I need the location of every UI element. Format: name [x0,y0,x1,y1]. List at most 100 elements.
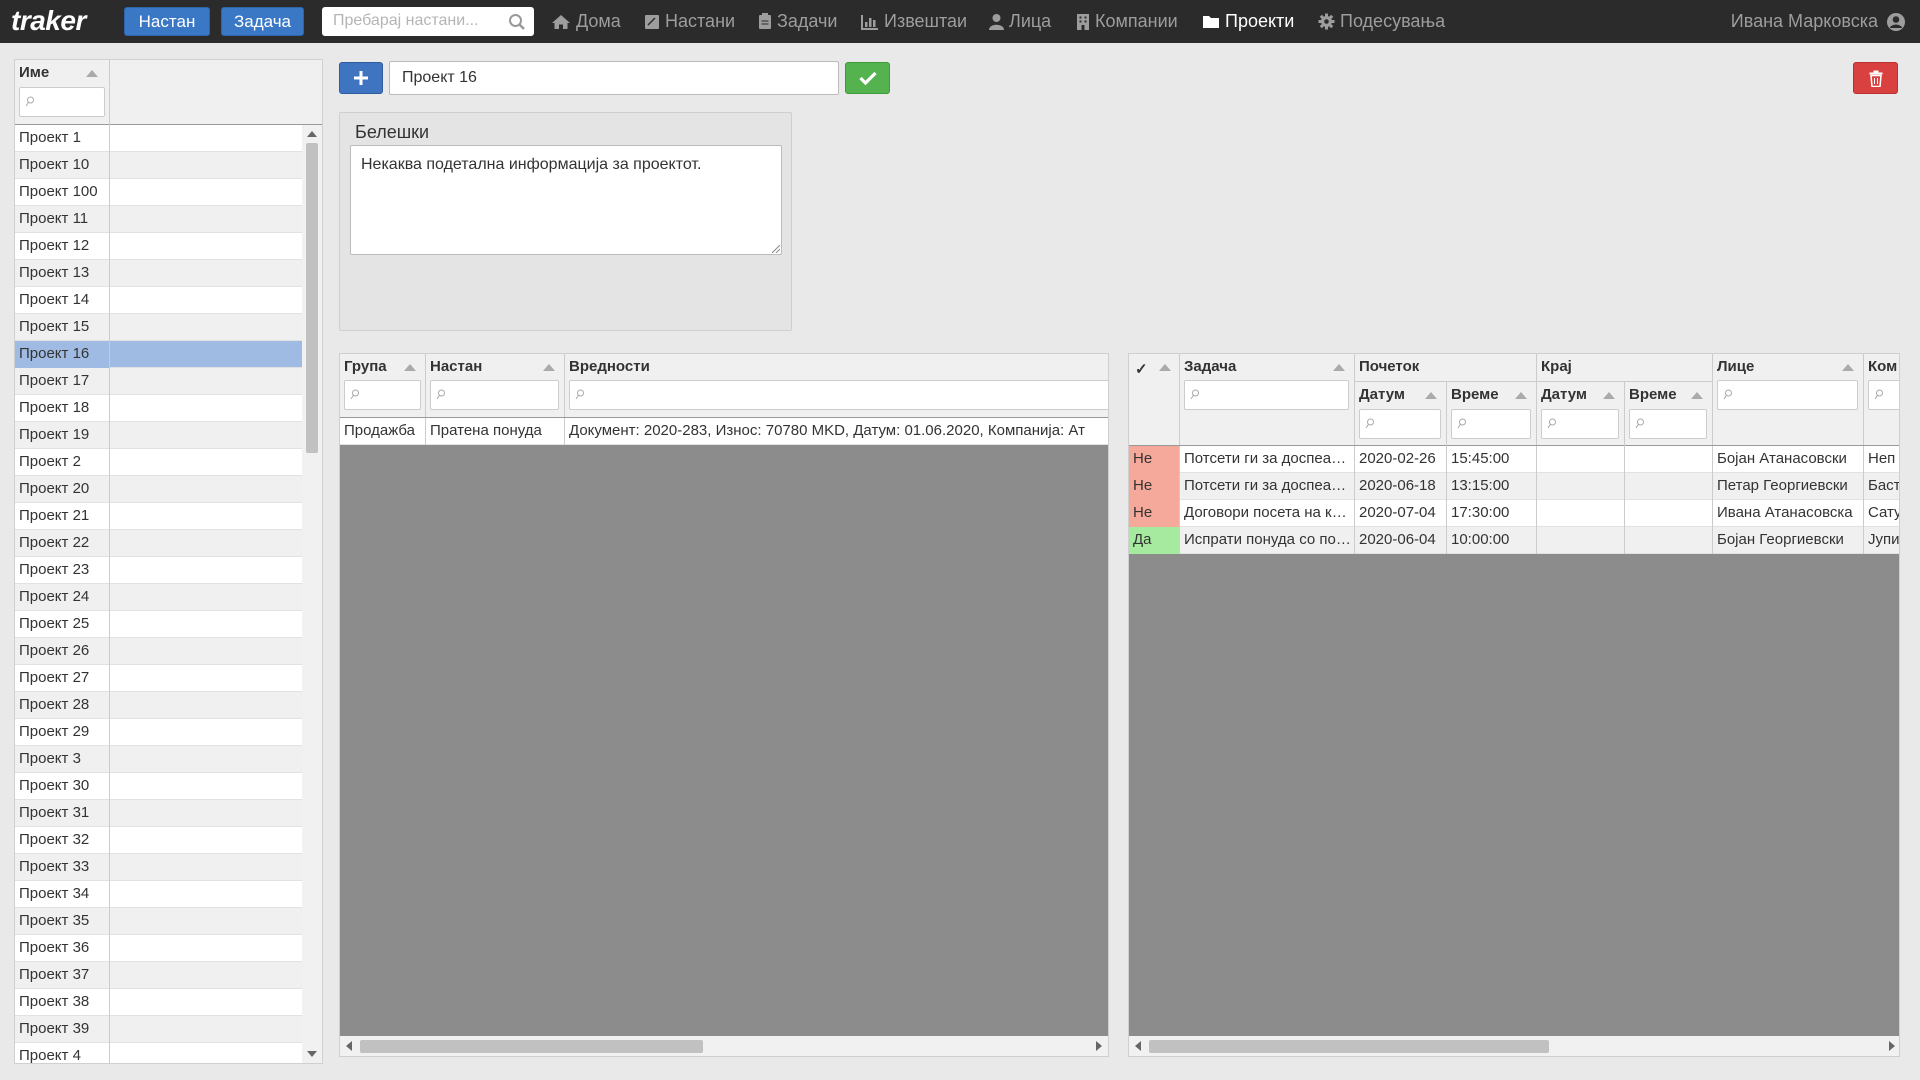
nav-tasks[interactable]: Задачи [758,0,837,43]
list-item[interactable]: Проект 27 [15,665,302,692]
list-item[interactable]: Проект 21 [15,503,302,530]
list-item[interactable]: Проект 26 [15,638,302,665]
nav-projects[interactable]: Проекти [1202,0,1294,43]
list-item[interactable]: Проект 36 [15,935,302,962]
search-input[interactable] [333,7,503,34]
table-row[interactable]: НеПотсети ги за доспеани фактури2020-06-… [1129,473,1899,500]
list-item[interactable]: Проект 4 [15,1043,302,1063]
list-item[interactable]: Проект 39 [15,1016,302,1043]
table-row[interactable]: НеПотсети ги за доспеани фактури2020-02-… [1129,446,1899,473]
sort-asc-icon[interactable] [1603,392,1615,399]
list-item[interactable]: Проект 100 [15,179,302,206]
sort-asc-icon[interactable] [1842,364,1854,371]
person-column-header[interactable]: Лице [1713,354,1864,445]
project-list-scrollbar[interactable] [302,125,322,1063]
list-item[interactable]: Проект 3 [15,746,302,773]
nav-reports[interactable]: Извештаи [861,0,967,43]
list-item[interactable]: Проект 20 [15,476,302,503]
list-item[interactable]: Проект 30 [15,773,302,800]
nav-settings[interactable]: Подесувања [1318,0,1445,43]
new-task-button[interactable]: Задача [221,7,304,36]
add-project-button[interactable] [339,62,383,94]
scrollbar-thumb[interactable] [306,143,318,453]
list-item[interactable]: Проект 31 [15,800,302,827]
save-project-button[interactable] [845,62,890,94]
nav-events[interactable]: Настани [644,0,735,43]
sort-asc-icon[interactable] [86,70,98,77]
event-filter-input[interactable] [430,380,559,410]
list-item[interactable]: Проект 16 [15,341,302,368]
sort-asc-icon[interactable] [404,364,416,371]
scroll-left-icon[interactable] [1135,1041,1141,1051]
list-item[interactable]: Проект 29 [15,719,302,746]
delete-project-button[interactable] [1853,62,1898,94]
scroll-down-icon[interactable] [307,1051,317,1057]
events-grid-hscrollbar[interactable] [340,1036,1108,1056]
person-filter-input[interactable] [1717,380,1858,410]
list-item[interactable]: Проект 35 [15,908,302,935]
sort-asc-icon[interactable] [543,364,555,371]
scroll-right-icon[interactable] [1889,1041,1895,1051]
list-item[interactable]: Проект 2 [15,449,302,476]
project-name-input[interactable] [389,61,839,95]
end-date-filter-input[interactable] [1541,409,1619,439]
name-filter-input[interactable] [19,87,105,117]
list-item[interactable]: Проект 24 [15,584,302,611]
scroll-right-icon[interactable] [1096,1041,1102,1051]
list-item[interactable]: Проект 17 [15,368,302,395]
start-date-column-header[interactable]: Датум [1355,382,1447,446]
start-time-column-header[interactable]: Време [1447,382,1536,446]
start-date-filter-input[interactable] [1359,409,1441,439]
tasks-grid-hscrollbar[interactable] [1129,1036,1899,1056]
list-item[interactable]: Проект 37 [15,962,302,989]
scroll-up-icon[interactable] [307,131,317,137]
done-column-header[interactable]: ✓ [1129,354,1180,445]
list-item[interactable]: Проект 11 [15,206,302,233]
list-item[interactable]: Проект 19 [15,422,302,449]
list-item[interactable]: Проект 25 [15,611,302,638]
table-row[interactable]: Продажба Пратена понуда Документ: 2020-2… [340,418,1108,445]
sort-asc-icon[interactable] [1691,392,1703,399]
list-item[interactable]: Проект 1 [15,125,302,152]
task-column-header[interactable]: Задача [1180,354,1355,445]
sort-asc-icon[interactable] [1515,392,1527,399]
sort-asc-icon[interactable] [1333,364,1345,371]
list-item[interactable]: Проект 38 [15,989,302,1016]
search-icon[interactable] [508,13,526,31]
brand-logo[interactable]: traker [11,5,86,37]
new-event-button[interactable]: Настан [124,7,210,36]
resize-grip-icon[interactable] [772,245,780,253]
list-item[interactable]: Проект 33 [15,854,302,881]
group-filter-input[interactable] [344,380,421,410]
end-time-column-header[interactable]: Време [1625,382,1712,446]
company-column-header[interactable]: Ком [1864,354,1899,445]
list-item[interactable]: Проект 12 [15,233,302,260]
list-item[interactable]: Проект 18 [15,395,302,422]
table-row[interactable]: Да Испрати понуда со попуст 2020-06-04 10:0… [1129,527,1899,554]
values-column-header[interactable]: Вредности [565,354,1108,417]
scroll-left-icon[interactable] [346,1041,352,1051]
list-item[interactable]: Проект 28 [15,692,302,719]
list-item[interactable]: Проект 22 [15,530,302,557]
values-filter-input[interactable] [569,380,1108,410]
nav-companies[interactable]: Компании [1076,0,1178,43]
start-time-filter-input[interactable] [1451,409,1531,439]
scrollbar-thumb[interactable] [360,1040,703,1053]
list-item[interactable]: Проект 32 [15,827,302,854]
list-item[interactable]: Проект 10 [15,152,302,179]
list-item[interactable]: Проект 23 [15,557,302,584]
group-column-header[interactable]: Група [340,354,426,417]
nav-persons[interactable]: Лица [989,0,1051,43]
task-filter-input[interactable] [1184,380,1349,410]
name-column-header[interactable]: Име [15,60,110,125]
sort-asc-icon[interactable] [1425,392,1437,399]
end-date-column-header[interactable]: Датум [1537,382,1625,446]
nav-home[interactable]: Дома [551,0,621,43]
company-filter-input[interactable] [1868,380,1899,410]
notes-textarea[interactable] [350,145,782,255]
event-column-header[interactable]: Настан [426,354,565,417]
list-item[interactable]: Проект 15 [15,314,302,341]
scrollbar-thumb[interactable] [1149,1040,1549,1053]
list-item[interactable]: Проект 13 [15,260,302,287]
sort-asc-icon[interactable] [1159,364,1171,371]
